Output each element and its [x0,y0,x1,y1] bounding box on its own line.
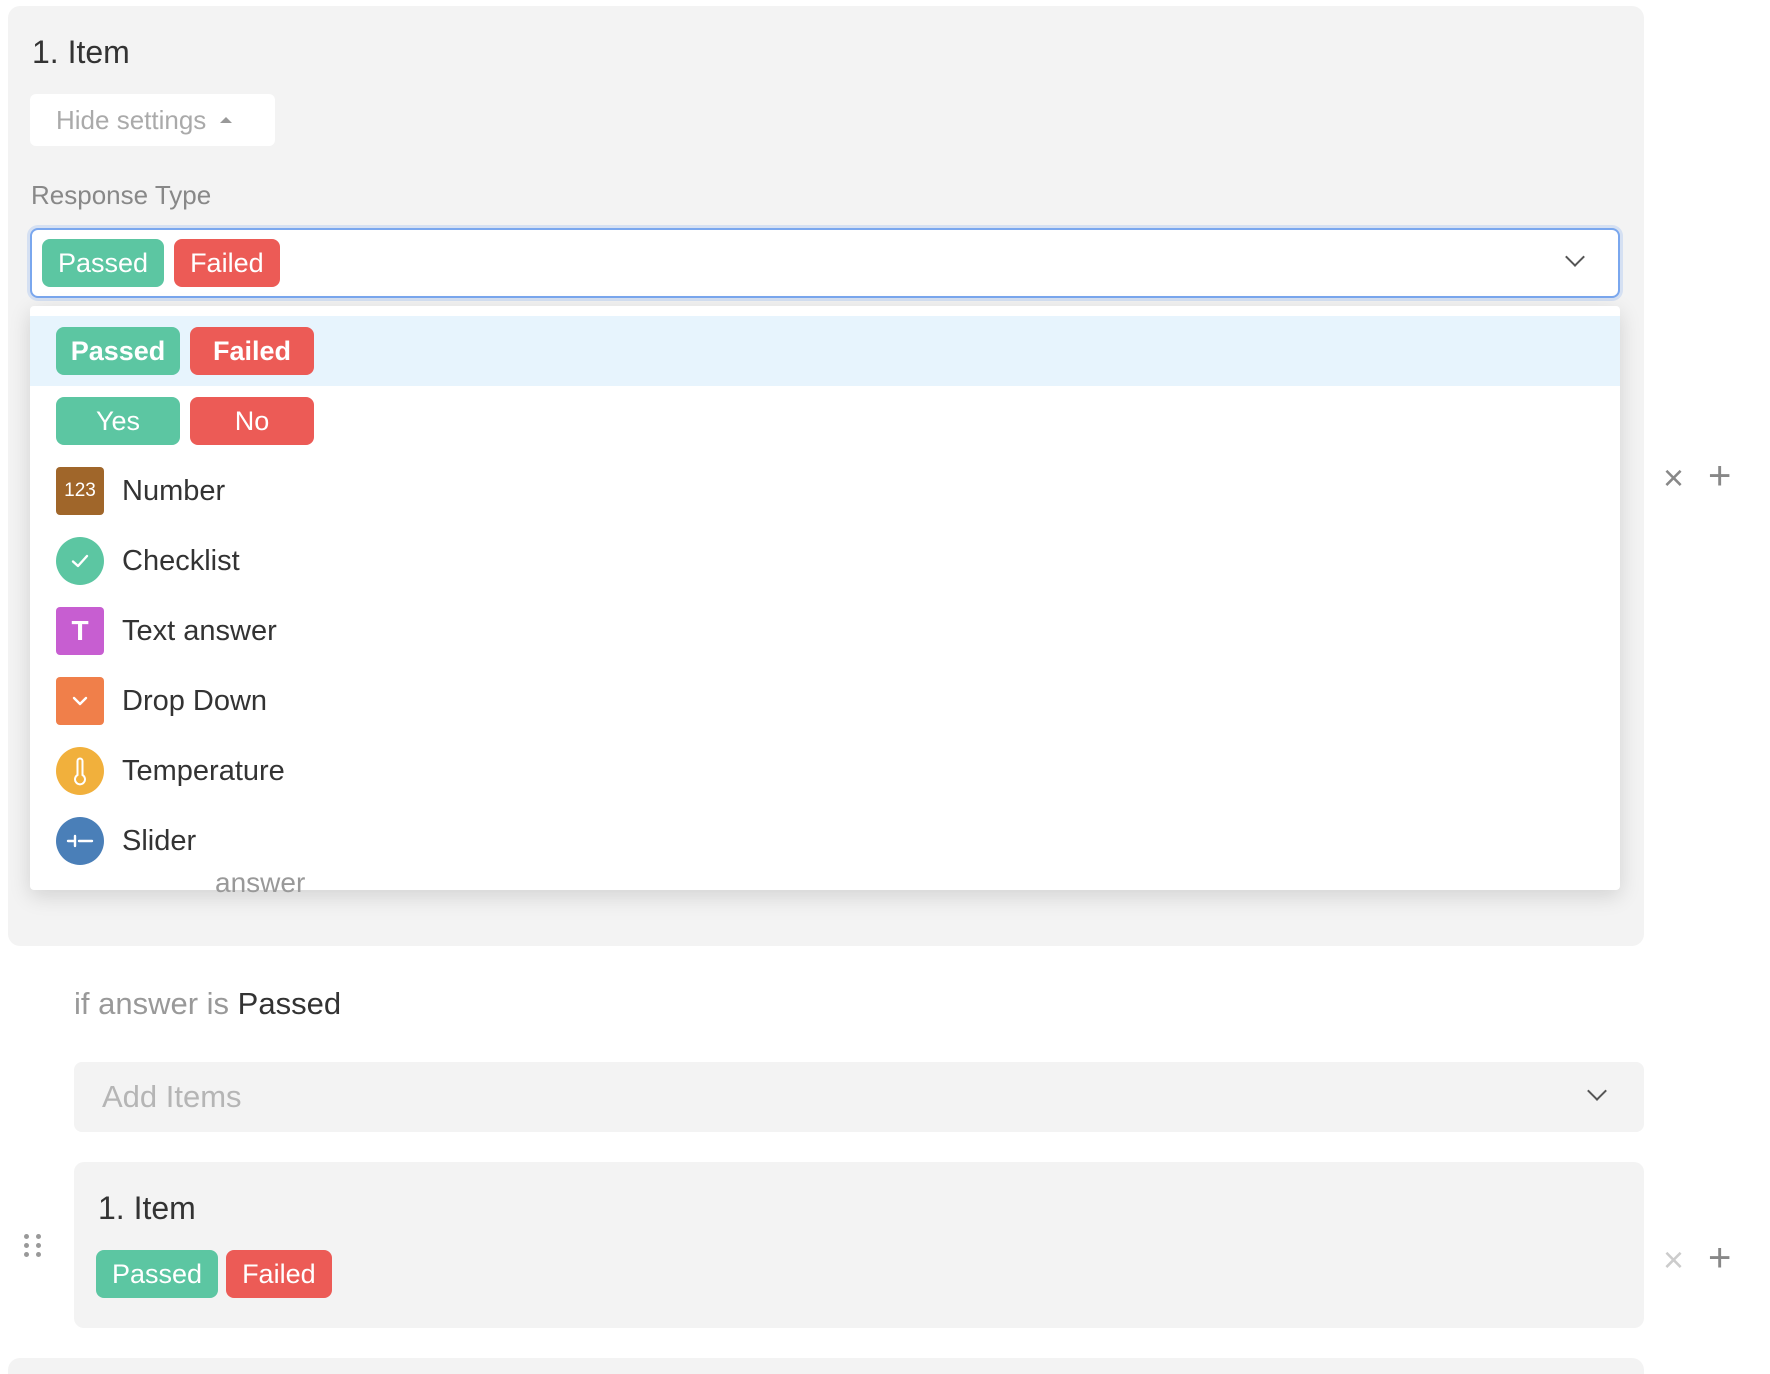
drag-handle-icon[interactable] [24,1234,42,1257]
add-icon[interactable]: + [1708,456,1731,496]
hide-settings-label: Hide settings [56,104,207,135]
remove-icon[interactable]: × [1663,460,1684,496]
yes-tag: Yes [56,397,180,445]
chevron-down-icon [56,677,104,725]
slider-icon [56,817,104,865]
option-checklist[interactable]: Checklist [30,526,1620,596]
logic-condition: if answer is Passed [74,986,341,1022]
partially-hidden-text: answer [215,876,306,898]
option-temperature[interactable]: Temperature [30,736,1620,806]
sub-item-card: 1. Item Passed Failed [74,1162,1644,1328]
failed-tag: Failed [226,1250,332,1298]
hide-settings-button[interactable]: Hide settings [30,94,275,146]
option-drop-down[interactable]: Drop Down [30,666,1620,736]
next-item-card [8,1358,1644,1374]
add-icon[interactable]: + [1708,1238,1731,1278]
logic-value[interactable]: Passed [238,986,341,1021]
add-items-select[interactable]: Add Items [74,1062,1644,1132]
response-type-label: Response Type [31,180,212,210]
response-type-dropdown: Passed Failed Yes No 123 Number Checklis… [30,306,1620,890]
failed-tag: Failed [190,327,314,375]
caret-up-icon [220,117,233,123]
thermometer-icon [56,747,104,795]
option-yes-no[interactable]: Yes No [30,386,1620,456]
option-label: Drop Down [122,684,268,717]
passed-tag: Passed [56,327,180,375]
option-text-answer[interactable]: T Text answer [30,596,1620,666]
option-label: Temperature [122,754,285,787]
remove-icon[interactable]: × [1663,1242,1684,1278]
option-label: Text answer [122,614,277,647]
option-label: Checklist [122,544,240,577]
response-type-select[interactable]: Passed Failed [30,228,1620,298]
option-passed-failed[interactable]: Passed Failed [30,316,1620,386]
passed-tag: Passed [96,1250,219,1298]
option-number[interactable]: 123 Number [30,456,1620,526]
checkmark-icon [56,537,104,585]
no-tag: No [190,397,314,445]
number-icon: 123 [56,467,104,515]
add-items-placeholder: Add Items [102,1079,242,1114]
text-icon: T [56,607,104,655]
option-label: Number [122,474,226,507]
chevron-down-icon[interactable] [1587,1081,1607,1101]
option-label: Slider [122,824,197,857]
option-slider[interactable]: Slider [30,806,1620,876]
sub-item-title: 1. Item [98,1190,196,1226]
failed-tag: Failed [174,239,280,287]
chevron-down-icon[interactable] [1565,247,1585,267]
sub-item-tags: Passed Failed [96,1250,332,1298]
item-title: 1. Item [32,34,130,70]
logic-prefix: if answer is [74,986,230,1021]
passed-tag: Passed [42,239,165,287]
